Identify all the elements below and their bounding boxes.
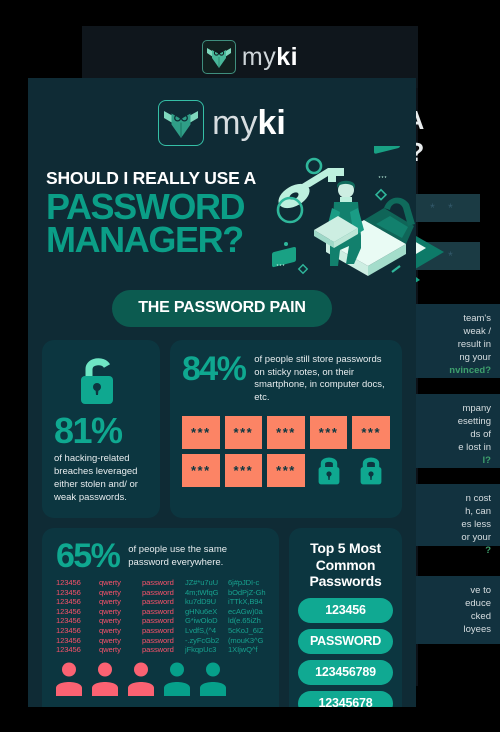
bottom-row: 65% of people use the same password ever… [28, 518, 416, 707]
infographic-card: myki SHOULD I REALLY USE A PASSWORD MANA… [28, 78, 416, 707]
password-cell: 123456 [56, 597, 81, 607]
person-icon [92, 662, 118, 696]
person-icon [200, 662, 226, 696]
password-cell: gHNu6eX [185, 606, 218, 616]
password-cell: iTTkX,B94 [228, 597, 263, 607]
password-cell: ku7dD9U [185, 597, 216, 607]
top5-passwords-card: Top 5 Most Common Passwords 123456 PASSW… [289, 528, 402, 707]
password-cell: qwerty [99, 635, 121, 645]
password-cell: G*iwOloD [185, 616, 218, 626]
password-tile: *** [352, 416, 390, 449]
svg-text:***: *** [378, 176, 387, 182]
password-cell: qwerty [99, 597, 121, 607]
background-logo-ki: ki [276, 42, 299, 71]
password-cell: 123456 [56, 616, 81, 626]
open-padlock-icon [81, 358, 113, 404]
password-tile: *** [267, 454, 305, 487]
password-cell: password [142, 587, 174, 597]
myki-owl-logo-icon [201, 40, 236, 74]
stat-65-percent: 65% [56, 537, 121, 575]
password-cell: 1XIjwQ^f [228, 645, 258, 655]
password-cell: password [142, 625, 174, 635]
password-cell: password [142, 635, 174, 645]
people-row [56, 662, 267, 696]
card-logo-wordmark: myki [212, 106, 286, 140]
password-cell: bOdPjZ-Gh [228, 587, 266, 597]
person-icon [128, 662, 154, 696]
password-cell: 5cKoJ_6IZ [228, 625, 264, 635]
stat-84-percent: 84% [182, 350, 247, 388]
top5-item: 123456 [298, 597, 393, 623]
stats-row: 81% of hacking-related breaches leverage… [28, 327, 416, 518]
password-tile: *** [182, 416, 220, 449]
title-block: SHOULD I REALLY USE A PASSWORD MANAGER? [28, 146, 416, 286]
card-logo-ki: ki [257, 104, 286, 142]
password-cell: jFkqpUc3 [185, 645, 217, 655]
password-column: password password password password pass… [142, 578, 181, 655]
top5-item: 12345678 [298, 690, 393, 707]
stat-card-84: 84% of people still store passwords on s… [170, 340, 402, 518]
password-column: 123456 123456 123456 123456 123456 12345… [56, 578, 95, 655]
password-tile: *** [309, 416, 348, 449]
password-column: 6j#pJDI-c bOdPjZ-Gh iTTkX,B94 ecAGw)0a l… [228, 578, 267, 655]
password-cell: qwerty [99, 606, 121, 616]
password-cell: 123456 [56, 645, 81, 655]
password-cell: qwerty [99, 625, 121, 635]
password-column: JZ#*u7uU 4m;tWfqG ku7dD9U gHNu6eX G*iwOl… [185, 578, 224, 655]
password-cell: -.zyFcGb2 [185, 635, 220, 645]
password-cell: qwerty [99, 645, 121, 655]
password-cell: 4m;tWfqG [185, 587, 219, 597]
password-cell: password [142, 616, 174, 626]
stat-card-81: 81% of hacking-related breaches leverage… [42, 340, 160, 518]
password-cell: ld(e.65iZh [228, 616, 261, 626]
password-tile: *** [267, 416, 305, 449]
password-cell: qwerty [99, 616, 121, 626]
closed-padlock-icon [310, 454, 348, 487]
password-cell: password [142, 606, 174, 616]
password-cell: 123456 [56, 625, 81, 635]
password-cell: qwerty [99, 578, 121, 587]
password-cell: ecAGw)0a [228, 606, 263, 616]
svg-text:***: *** [276, 264, 285, 270]
password-tile-grid: *** *** *** *** *** *** *** *** [182, 416, 390, 487]
password-cell: 123456 [56, 578, 81, 587]
password-cell: 123456 [56, 587, 81, 597]
stat-81-description: of hacking-related breaches leveraged ei… [54, 453, 138, 503]
stat-81-percent: 81% [54, 410, 123, 451]
myki-owl-logo-icon [158, 100, 205, 146]
banner-row: THE PASSWORD PAIN [28, 290, 416, 327]
password-tile: *** [182, 454, 220, 487]
person-icon [164, 662, 190, 696]
password-cell: password [142, 578, 174, 587]
top5-list: 123456 PASSWORD 123456789 12345678 12345 [298, 597, 393, 707]
top5-item: 123456789 [298, 659, 393, 685]
card-logo-my: my [212, 104, 258, 142]
section-banner: THE PASSWORD PAIN [112, 290, 332, 327]
password-tile: *** [224, 416, 263, 449]
password-cell: (mouK3^G [228, 635, 264, 645]
password-cell: 123456 [56, 606, 81, 616]
password-cell: 6j#pJDI-c [228, 578, 260, 587]
password-column: qwerty qwerty qwerty qwerty qwerty qwert… [99, 578, 138, 655]
background-logo-wordmark: myki [242, 43, 298, 72]
closed-padlock-icon [352, 454, 390, 487]
password-repetition-table: 123456 123456 123456 123456 123456 12345… [56, 578, 267, 655]
top5-title: Top 5 Most Common Passwords [309, 540, 382, 589]
person-on-padlock-with-key-illustration: *** *** [272, 146, 415, 276]
password-tile: *** [224, 454, 263, 487]
stat-65-description: of people use the same password everywhe… [128, 544, 228, 568]
background-logo-my: my [241, 42, 277, 71]
stat-84-description: of people still store passwords on stick… [254, 354, 385, 403]
password-cell: 123456 [56, 635, 81, 645]
card-logo: myki [28, 78, 416, 146]
password-cell: qwerty [99, 587, 121, 597]
password-cell: password [142, 597, 174, 607]
background-logo: myki [201, 40, 298, 74]
password-cell: JZ#*u7uU [185, 578, 218, 587]
password-cell: LvdfS,(^4 [185, 625, 216, 635]
password-cell: password [142, 645, 174, 655]
stat-card-65: 65% of people use the same password ever… [42, 528, 279, 707]
top5-item: PASSWORD [298, 628, 393, 654]
person-icon [56, 662, 82, 696]
